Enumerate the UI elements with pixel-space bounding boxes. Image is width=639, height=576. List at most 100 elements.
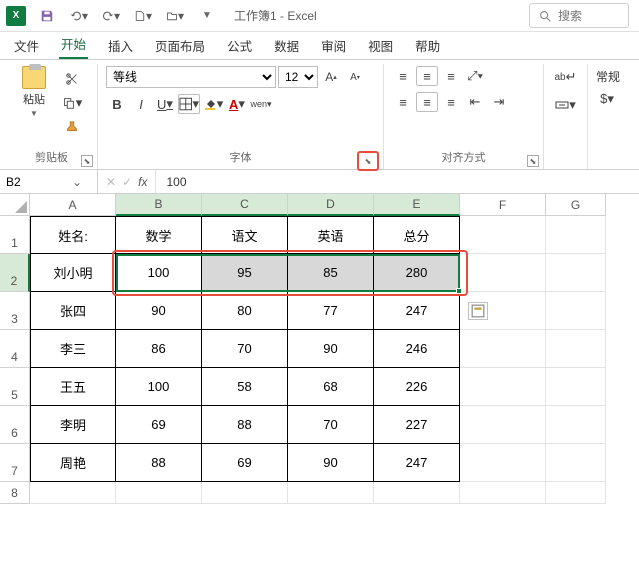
- cell[interactable]: [460, 368, 546, 406]
- cell[interactable]: 姓名:: [30, 216, 116, 254]
- col-header-E[interactable]: E: [374, 194, 460, 216]
- col-header-A[interactable]: A: [30, 194, 116, 216]
- fill-color-button[interactable]: ▾: [202, 94, 224, 114]
- cell[interactable]: 80: [202, 292, 288, 330]
- cell[interactable]: [460, 482, 546, 504]
- font-launcher[interactable]: ⬊: [357, 151, 379, 171]
- row-header-6[interactable]: 6: [0, 406, 30, 444]
- merge-button[interactable]: ▾: [552, 94, 580, 116]
- tab-formulas[interactable]: 公式: [225, 32, 254, 59]
- row-header-2[interactable]: 2: [0, 254, 30, 292]
- cell[interactable]: 247: [374, 444, 460, 482]
- qat-customize-icon[interactable]: ▼: [198, 7, 216, 25]
- cell[interactable]: [460, 216, 546, 254]
- cell[interactable]: 90: [116, 292, 202, 330]
- row-header-8[interactable]: 8: [0, 482, 30, 504]
- tab-view[interactable]: 视图: [366, 32, 395, 59]
- bold-button[interactable]: B: [106, 94, 128, 114]
- col-header-C[interactable]: C: [202, 194, 288, 216]
- cell[interactable]: 刘小明: [30, 254, 116, 292]
- cell[interactable]: 100: [116, 368, 202, 406]
- cell[interactable]: 90: [288, 330, 374, 368]
- cell[interactable]: [116, 482, 202, 504]
- cell[interactable]: 李明: [30, 406, 116, 444]
- cell[interactable]: [546, 482, 606, 504]
- col-header-D[interactable]: D: [288, 194, 374, 216]
- fx-icon[interactable]: fx: [138, 175, 147, 189]
- italic-button[interactable]: I: [130, 94, 152, 114]
- cell[interactable]: 226: [374, 368, 460, 406]
- cell[interactable]: 77: [288, 292, 374, 330]
- tab-home[interactable]: 开始: [59, 30, 88, 59]
- cancel-formula-icon[interactable]: ✕: [106, 175, 116, 189]
- cell[interactable]: [546, 444, 606, 482]
- cell[interactable]: 86: [116, 330, 202, 368]
- font-size-select[interactable]: 12: [278, 66, 318, 88]
- cell[interactable]: 85: [288, 254, 374, 292]
- clipboard-launcher[interactable]: ⬊: [81, 155, 93, 167]
- underline-button[interactable]: U▾: [154, 94, 176, 114]
- undo-icon[interactable]: ▾: [70, 7, 88, 25]
- number-format-select[interactable]: 常规: [596, 66, 620, 87]
- cell[interactable]: 69: [202, 444, 288, 482]
- cell[interactable]: [546, 368, 606, 406]
- cell[interactable]: [546, 254, 606, 292]
- cell[interactable]: 70: [202, 330, 288, 368]
- name-box[interactable]: ⌄: [0, 170, 98, 193]
- phonetic-button[interactable]: wen▾: [250, 94, 272, 114]
- search-input[interactable]: 搜索: [529, 3, 629, 28]
- paste-button[interactable]: 粘贴 ▼: [14, 66, 54, 118]
- cell[interactable]: 李三: [30, 330, 116, 368]
- name-box-dropdown-icon[interactable]: ⌄: [68, 175, 86, 189]
- cell[interactable]: 246: [374, 330, 460, 368]
- cell[interactable]: [546, 216, 606, 254]
- align-middle-button[interactable]: ≡: [416, 66, 438, 86]
- enter-formula-icon[interactable]: ✓: [122, 175, 132, 189]
- align-right-button[interactable]: ≡: [440, 92, 462, 112]
- col-header-B[interactable]: B: [116, 194, 202, 216]
- row-header-5[interactable]: 5: [0, 368, 30, 406]
- tab-insert[interactable]: 插入: [106, 32, 135, 59]
- cell[interactable]: [374, 482, 460, 504]
- cell[interactable]: 68: [288, 368, 374, 406]
- cell[interactable]: [202, 482, 288, 504]
- font-name-select[interactable]: 等线: [106, 66, 276, 88]
- tab-data[interactable]: 数据: [272, 32, 301, 59]
- cell[interactable]: 90: [288, 444, 374, 482]
- cell[interactable]: [288, 482, 374, 504]
- decrease-indent-button[interactable]: ⇤: [464, 92, 486, 112]
- copy-button[interactable]: ▾: [58, 92, 86, 114]
- row-header-4[interactable]: 4: [0, 330, 30, 368]
- currency-button[interactable]: $▾: [596, 89, 618, 109]
- cell[interactable]: 280: [374, 254, 460, 292]
- tab-help[interactable]: 帮助: [413, 32, 442, 59]
- paste-options-button[interactable]: [468, 302, 488, 320]
- cell[interactable]: 58: [202, 368, 288, 406]
- format-painter-button[interactable]: [58, 116, 86, 138]
- cell[interactable]: 69: [116, 406, 202, 444]
- align-left-button[interactable]: ≡: [392, 92, 414, 112]
- row-header-1[interactable]: 1: [0, 216, 30, 254]
- cell[interactable]: 70: [288, 406, 374, 444]
- save-icon[interactable]: [38, 7, 56, 25]
- redo-icon[interactable]: ▾: [102, 7, 120, 25]
- cell[interactable]: 100: [116, 254, 202, 292]
- open-folder-icon[interactable]: ▾: [166, 7, 184, 25]
- cell[interactable]: [546, 330, 606, 368]
- formula-input[interactable]: 100: [156, 170, 639, 193]
- col-header-G[interactable]: G: [546, 194, 606, 216]
- tab-review[interactable]: 审阅: [319, 32, 348, 59]
- cell[interactable]: 周艳: [30, 444, 116, 482]
- row-header-7[interactable]: 7: [0, 444, 30, 482]
- borders-button[interactable]: ▾: [178, 94, 200, 114]
- cell[interactable]: [460, 330, 546, 368]
- cell[interactable]: [460, 444, 546, 482]
- cell[interactable]: [460, 406, 546, 444]
- cell[interactable]: 247: [374, 292, 460, 330]
- increase-indent-button[interactable]: ⇥: [488, 92, 510, 112]
- orientation-button[interactable]: ⤢▾: [464, 66, 486, 86]
- cut-button[interactable]: [58, 68, 86, 90]
- increase-font-button[interactable]: A▴: [320, 67, 342, 87]
- wrap-text-button[interactable]: ab↵: [552, 66, 580, 88]
- cell[interactable]: [460, 254, 546, 292]
